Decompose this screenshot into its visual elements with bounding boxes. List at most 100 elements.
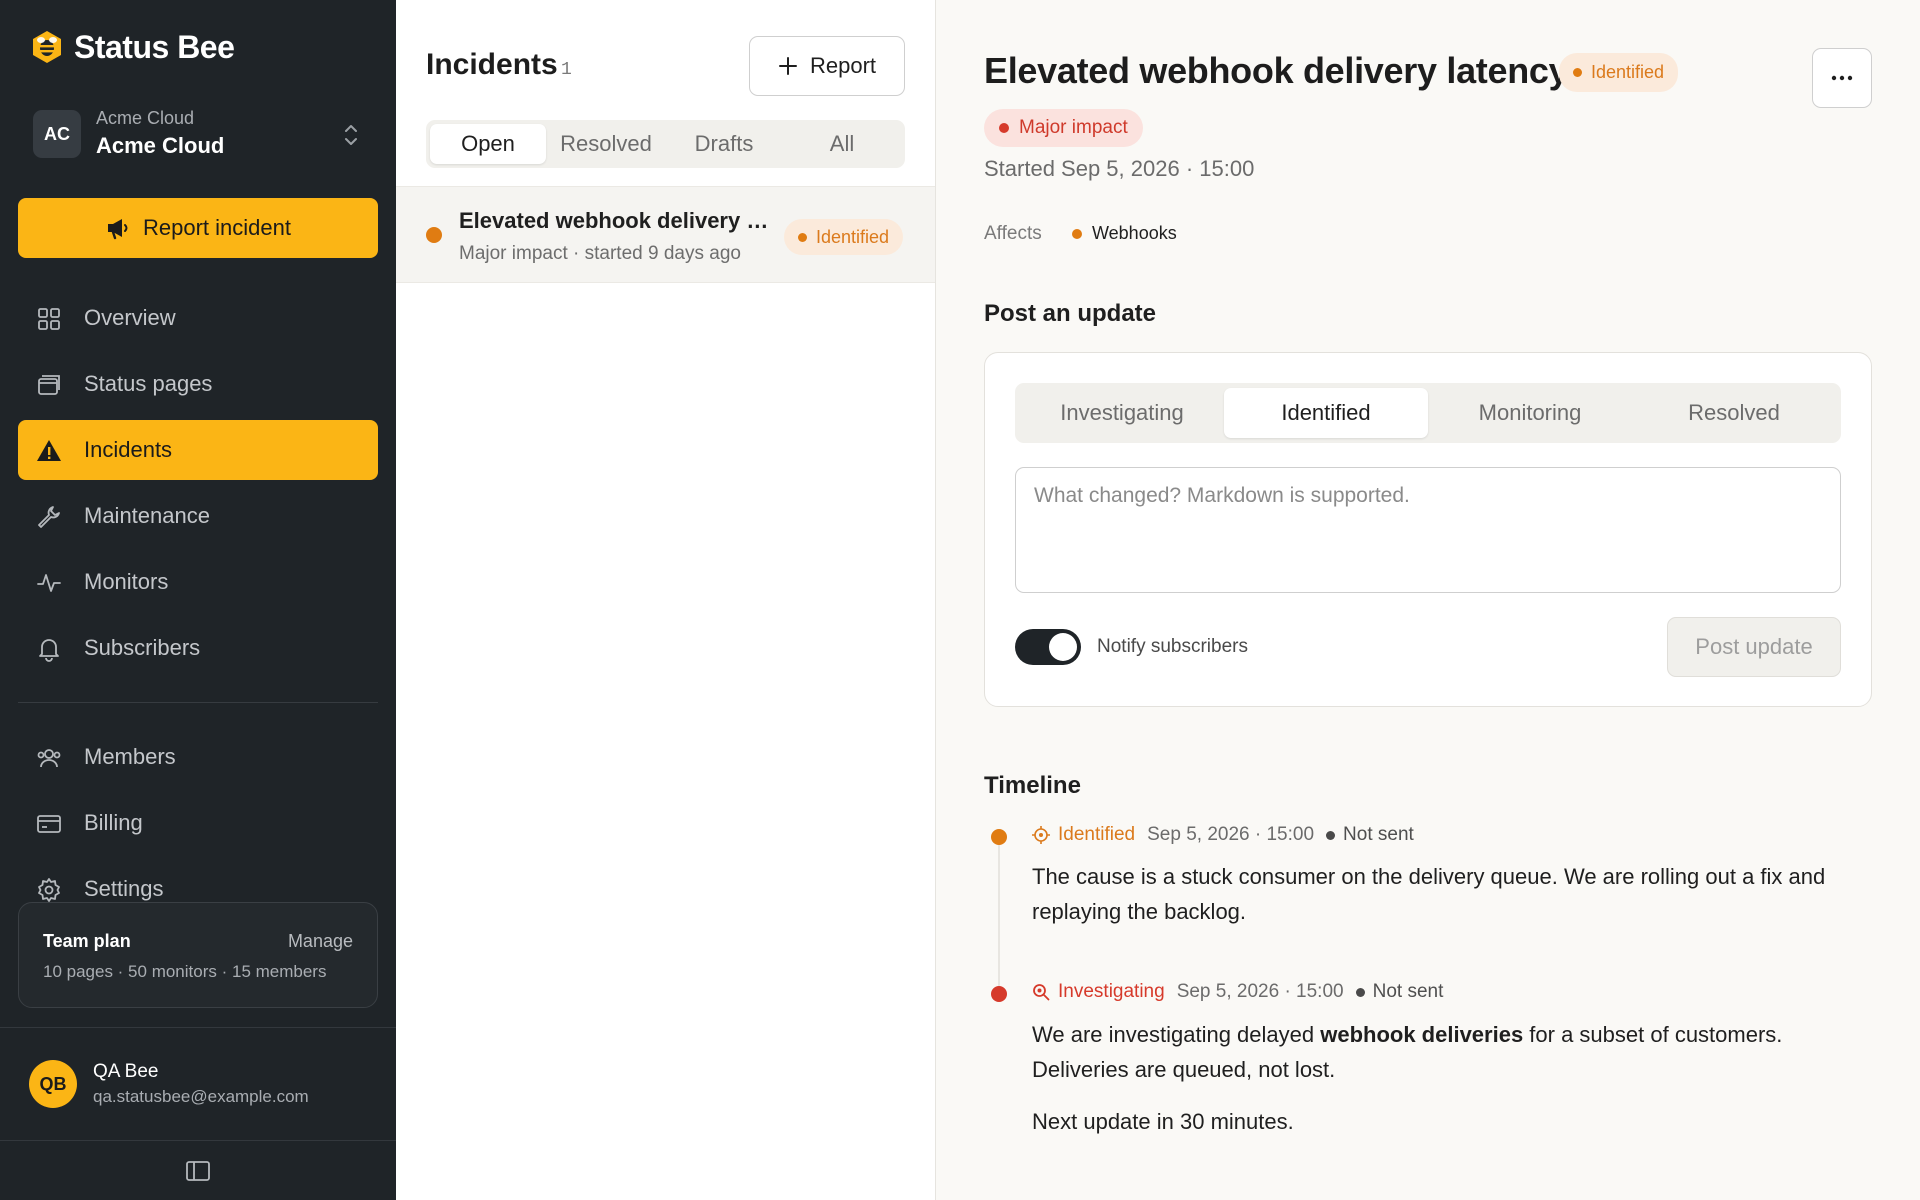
timeline-status-label: Investigating [1058, 981, 1165, 1002]
timeline-dot [991, 829, 1007, 845]
timeline-time: Sep 5, 2026 · 15:00 [1176, 981, 1344, 1002]
nav-label: Incidents [84, 437, 173, 462]
report-button[interactable]: Report [749, 36, 905, 96]
nav-label: Members [84, 744, 176, 769]
update-message-input[interactable] [1015, 467, 1841, 593]
timeline-status-label: Identified [1058, 824, 1136, 845]
status-dot [1573, 68, 1582, 77]
activity-icon [37, 574, 61, 592]
timeline-entry-footer: Next update in 30 minutes. [1032, 1109, 1294, 1134]
org-subtitle: Acme Cloud [96, 108, 195, 128]
incident-list-panel: Incidents 1 Report Open Resolved Drafts … [396, 0, 936, 1200]
nav-label: Overview [84, 305, 176, 330]
report-incident-button[interactable]: Report incident [18, 198, 378, 258]
status-option-monitoring[interactable]: Monitoring [1428, 388, 1632, 438]
timeline-status: Identified [1032, 824, 1135, 846]
user-name: QA Bee [93, 1061, 159, 1082]
avatar[interactable]: QB [29, 1060, 77, 1108]
nav-label: Monitors [84, 569, 169, 594]
post-update-heading: Post an update [984, 300, 1157, 327]
status-option-investigating[interactable]: Investigating [1020, 388, 1224, 438]
nav-label: Subscribers [84, 635, 201, 660]
delivery-dot [1326, 830, 1336, 840]
nav-maintenance[interactable]: Maintenance [18, 486, 378, 546]
incident-title: Elevated webhook delivery latency [984, 50, 1569, 91]
status-option-identified[interactable]: Identified [1224, 388, 1428, 438]
incident-count: 1 [561, 60, 572, 80]
status-badge: Identified [1559, 53, 1679, 92]
nav-members[interactable]: Members [18, 727, 378, 787]
timeline-status: Investigating [1032, 981, 1165, 1003]
bell-icon [39, 639, 59, 662]
search-icon [1033, 984, 1050, 1001]
post-update-button[interactable]: Post update [1667, 617, 1841, 677]
component-name: Webhooks [1092, 223, 1177, 243]
timeline-heading: Timeline [984, 772, 1081, 799]
status-badge-label: Identified [1591, 62, 1665, 82]
status-dot [798, 232, 807, 242]
report-incident-label: Report incident [143, 215, 291, 240]
brand-name: Status Bee [74, 28, 235, 65]
status-badge: Identified [784, 219, 904, 255]
body-text: We are investigating delayed [1032, 1022, 1321, 1047]
browser-icon [38, 375, 60, 395]
credit-card-icon [37, 815, 61, 833]
notify-subscribers-label: Notify subscribers [1097, 636, 1248, 657]
post-update-card: Investigating Identified Monitoring Reso… [984, 352, 1872, 707]
component-status-dot [1072, 228, 1082, 239]
timeline-entry-header: Investigating Sep 5, 2026 · 15:00 Not se… [1032, 981, 1443, 1003]
org-name: Acme Cloud [96, 133, 225, 158]
user-email: qa.statusbee@example.com [93, 1087, 309, 1106]
footer-divider [0, 1140, 396, 1141]
impact-dot [426, 227, 442, 243]
org-switcher[interactable]: AC Acme Cloud Acme Cloud [18, 100, 378, 168]
incident-title: Elevated webhook delivery latency [459, 208, 769, 233]
manage-plan-link[interactable]: Manage [288, 931, 353, 952]
delivery-status: Not sent [1355, 981, 1443, 1003]
timeline-entry-body: The cause is a stuck consumer on the del… [1032, 864, 1826, 924]
status-badge-label: Identified [816, 226, 890, 247]
impact-label: Major impact [1019, 117, 1128, 138]
brand[interactable]: Status Bee [29, 27, 235, 67]
list-item[interactable]: Elevated webhook delivery latency Major … [396, 186, 935, 283]
nav-monitors[interactable]: Monitors [18, 552, 378, 612]
timeline-entry-body: We are investigating delayed webhook del… [1032, 1017, 1852, 1087]
nav-label: Billing [84, 810, 143, 835]
timeline-time: Sep 5, 2026 · 15:00 [1147, 824, 1315, 845]
sidebar: Status Bee AC Acme Cloud Acme Cloud Repo… [0, 0, 396, 1200]
tab-drafts[interactable]: Drafts [666, 124, 782, 164]
toggle-knob [1049, 633, 1077, 661]
grid-icon [38, 308, 60, 330]
more-actions-button[interactable] [1812, 48, 1872, 108]
body-bold-text: webhook deliveries [1320, 1022, 1524, 1047]
plan-limits: 10 pages · 50 monitors · 15 members [43, 962, 327, 981]
delivery-status: Not sent [1326, 824, 1414, 846]
started-time: Started Sep 5, 2026 · 15:00 [984, 156, 1255, 181]
sidebar-divider [18, 702, 378, 703]
plan-name: Team plan [43, 931, 131, 951]
sidebar-toggle-icon[interactable] [186, 1161, 210, 1181]
nav-status-pages[interactable]: Status pages [18, 354, 378, 414]
affected-component[interactable]: Webhooks [1072, 223, 1177, 244]
tab-all[interactable]: All [784, 124, 900, 164]
timeline-line [998, 845, 1000, 995]
nav-incidents[interactable]: Incidents [18, 420, 378, 480]
delivery-label: Not sent [1343, 824, 1414, 845]
status-option-resolved[interactable]: Resolved [1632, 388, 1836, 438]
notify-subscribers-toggle[interactable] [1015, 629, 1081, 665]
incident-filter-tabs: Open Resolved Drafts All [426, 120, 905, 168]
incident-detail: Elevated webhook delivery latency Identi… [936, 0, 1920, 1200]
timeline-entry-header: Identified Sep 5, 2026 · 15:00 Not sent [1032, 824, 1414, 846]
org-avatar: AC [33, 110, 81, 158]
nav-subscribers[interactable]: Subscribers [18, 618, 378, 678]
nav-label: Settings [84, 876, 164, 901]
wrench-icon [38, 506, 60, 528]
nav-overview[interactable]: Overview [18, 288, 378, 348]
nav-label: Maintenance [84, 503, 210, 528]
page-title: Incidents [426, 48, 558, 81]
tab-resolved[interactable]: Resolved [548, 124, 664, 164]
nav-billing[interactable]: Billing [18, 793, 378, 853]
tab-open[interactable]: Open [430, 124, 546, 164]
report-button-label: Report [809, 53, 877, 78]
status-selector: Investigating Identified Monitoring Reso… [1015, 383, 1841, 443]
